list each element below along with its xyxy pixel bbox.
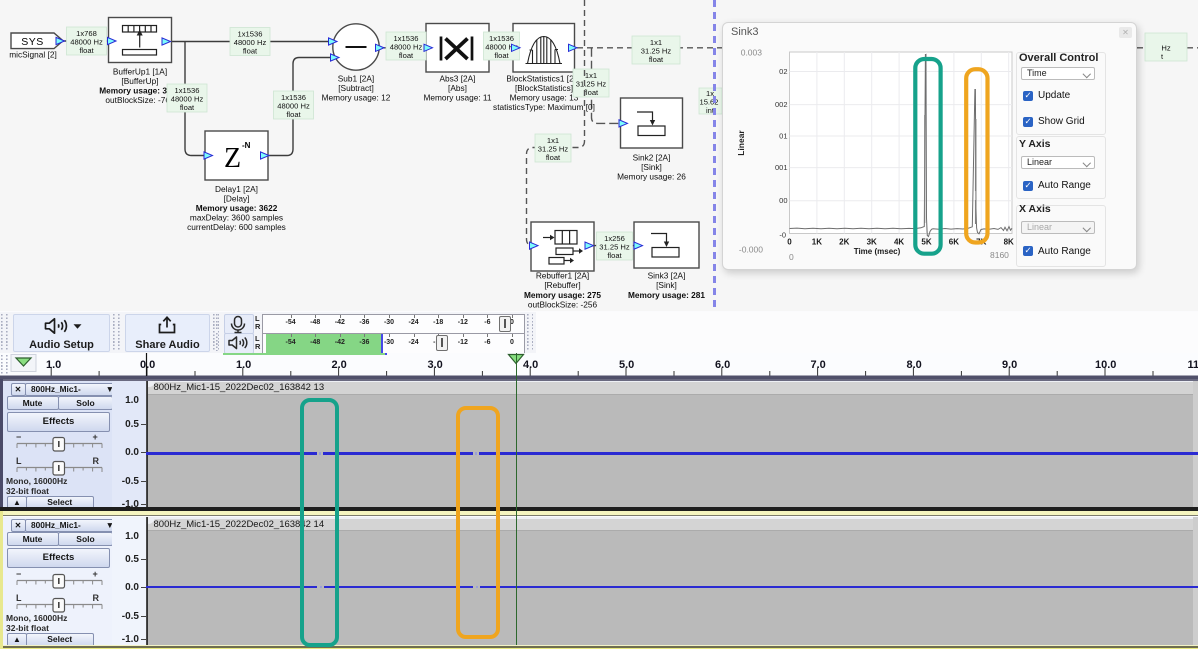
- svg-text:Memory usage: 26: Memory usage: 26: [617, 172, 686, 182]
- svg-text:2K: 2K: [839, 238, 849, 247]
- svg-text:float: float: [584, 88, 599, 97]
- svg-text:float: float: [607, 251, 622, 260]
- svg-text:micSignal [2]: micSignal [2]: [9, 50, 57, 60]
- svg-text:float: float: [649, 55, 664, 64]
- svg-text:[BlockStatistics]: [BlockStatistics]: [515, 83, 573, 93]
- svg-text:statisticsType: Maximum [0]: statisticsType: Maximum [0]: [493, 102, 595, 112]
- svg-text:01: 01: [779, 132, 787, 141]
- svg-text:8K: 8K: [1004, 238, 1014, 247]
- svg-text:[Sink]: [Sink]: [656, 280, 677, 290]
- svg-text:currentDelay: 600 samples: currentDelay: 600 samples: [187, 222, 286, 232]
- svg-text:Memory usage: 12: Memory usage: 12: [322, 93, 391, 103]
- svg-text:0.003: 0.003: [741, 48, 763, 58]
- svg-text:[Sink]: [Sink]: [641, 162, 662, 172]
- svg-text:[Abs]: [Abs]: [448, 83, 467, 93]
- svg-text:11.0: 11.0: [1188, 359, 1198, 371]
- svg-text:float: float: [243, 47, 258, 56]
- svg-text:9.0: 9.0: [1002, 359, 1017, 371]
- svg-text:[Subtract]: [Subtract]: [338, 83, 374, 93]
- svg-text:maxDelay: 3600 samples: maxDelay: 3600 samples: [190, 213, 283, 223]
- svg-text:Memory usage: 281: Memory usage: 281: [628, 290, 705, 300]
- svg-text:−: −: [16, 433, 21, 442]
- svg-text:Memory usage: 275: Memory usage: 275: [524, 290, 601, 300]
- svg-text:-0.000: -0.000: [739, 245, 763, 255]
- svg-text:SYS: SYS: [21, 36, 44, 48]
- svg-text:5.0: 5.0: [619, 359, 634, 371]
- svg-text:float: float: [286, 110, 301, 119]
- svg-text:4K: 4K: [894, 238, 904, 247]
- svg-text:−: −: [16, 570, 21, 579]
- svg-text:Rebuffer1 [2A]: Rebuffer1 [2A]: [536, 271, 589, 281]
- svg-text:8.0: 8.0: [907, 359, 922, 371]
- svg-text:10.0: 10.0: [1095, 359, 1116, 371]
- svg-text:Sink2 [2A]: Sink2 [2A]: [633, 153, 671, 163]
- svg-text:outBlockSize: -768: outBlockSize: -768: [105, 95, 175, 105]
- svg-text:float: float: [399, 51, 414, 60]
- svg-text:0: 0: [789, 252, 794, 262]
- svg-text:-0: -0: [779, 231, 786, 240]
- svg-text:Time (msec): Time (msec): [854, 247, 901, 256]
- svg-text:3.0: 3.0: [428, 359, 443, 371]
- svg-text:float: float: [180, 103, 195, 112]
- svg-text:5K: 5K: [921, 238, 931, 247]
- svg-text:1.0: 1.0: [46, 359, 61, 371]
- svg-text:[Delay]: [Delay]: [224, 194, 250, 204]
- svg-text:BufferUp1 [1A]: BufferUp1 [1A]: [113, 67, 167, 77]
- svg-text:+: +: [93, 570, 98, 579]
- svg-text:3K: 3K: [867, 238, 877, 247]
- svg-text:Sub1 [2A]: Sub1 [2A]: [338, 74, 374, 84]
- svg-text:Memory usage: 13: Memory usage: 13: [510, 93, 579, 103]
- svg-text:02: 02: [779, 67, 787, 76]
- svg-text:4.0: 4.0: [523, 359, 538, 371]
- svg-text:Sink3 [2A]: Sink3 [2A]: [648, 271, 686, 281]
- svg-text:Memory usage: 3622: Memory usage: 3622: [196, 203, 278, 213]
- svg-text:2.0: 2.0: [332, 359, 347, 371]
- svg-text:002: 002: [775, 100, 788, 109]
- svg-text:float: float: [494, 51, 509, 60]
- svg-text:001: 001: [775, 163, 788, 172]
- svg-text:[BufferUp]: [BufferUp]: [121, 76, 158, 86]
- svg-text:-N: -N: [242, 141, 251, 150]
- svg-text:float: float: [546, 153, 561, 162]
- svg-text:Linear: Linear: [736, 130, 746, 156]
- svg-text:1K: 1K: [812, 238, 822, 247]
- svg-text:R: R: [93, 457, 100, 466]
- svg-text:R: R: [93, 594, 100, 603]
- svg-text:6.0: 6.0: [715, 359, 730, 371]
- svg-text:8160: 8160: [990, 250, 1009, 260]
- svg-text:outBlockSize: -256: outBlockSize: -256: [528, 300, 598, 310]
- svg-text:L: L: [16, 457, 22, 466]
- svg-text:0: 0: [787, 238, 792, 247]
- svg-text:Memory usage: 11: Memory usage: 11: [423, 93, 491, 103]
- svg-text:BlockStatistics1 [2A]: BlockStatistics1 [2A]: [506, 74, 581, 84]
- svg-text:L: L: [16, 594, 22, 603]
- svg-text:float: float: [79, 46, 94, 55]
- svg-text:7.0: 7.0: [811, 359, 826, 371]
- svg-text:1.0: 1.0: [236, 359, 251, 371]
- svg-text:Z: Z: [224, 143, 241, 174]
- svg-text:0.0: 0.0: [140, 359, 155, 371]
- svg-text:+: +: [93, 433, 98, 442]
- svg-text:Abs3 [2A]: Abs3 [2A]: [440, 74, 476, 84]
- svg-text:[Rebuffer]: [Rebuffer]: [544, 280, 580, 290]
- svg-text:Delay1 [2A]: Delay1 [2A]: [215, 184, 258, 194]
- svg-text:00: 00: [779, 196, 787, 205]
- svg-text:6K: 6K: [949, 238, 959, 247]
